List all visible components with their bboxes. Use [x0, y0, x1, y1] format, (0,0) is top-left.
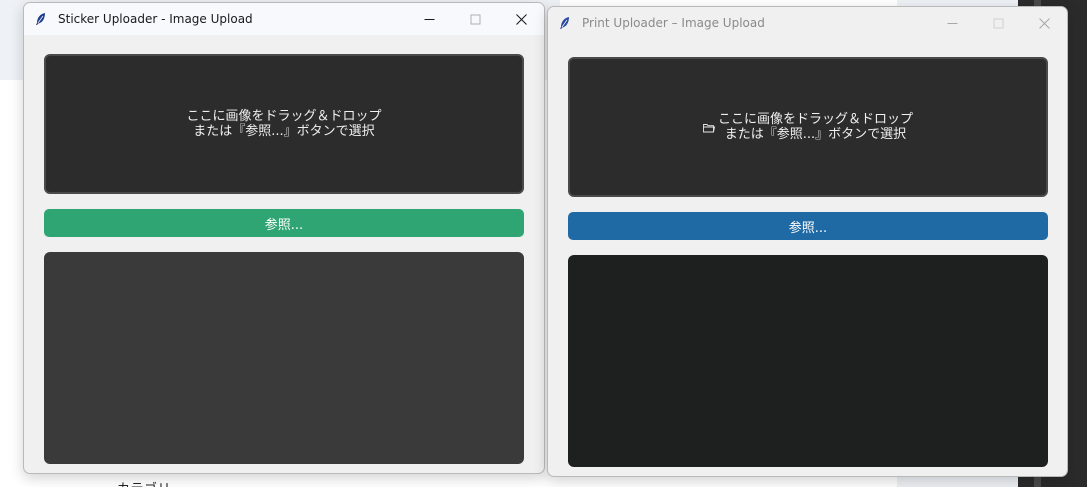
close-button[interactable]: [498, 3, 544, 35]
maximize-button[interactable]: [975, 7, 1021, 39]
close-icon: [1038, 17, 1050, 29]
close-icon: [515, 13, 527, 25]
minimize-icon: [947, 22, 957, 24]
feather-icon: [28, 3, 54, 35]
maximize-icon: [470, 14, 480, 24]
image-drop-zone[interactable]: ここに画像をドラッグ＆ドロップ または『参照...』ボタンで選択: [44, 54, 524, 194]
image-preview-area: [44, 252, 524, 464]
minimize-button[interactable]: [929, 7, 975, 39]
minimize-icon: [424, 18, 434, 20]
drop-zone-line1: ここに画像をドラッグ＆ドロップ: [717, 112, 913, 127]
minimize-button[interactable]: [406, 3, 452, 35]
maximize-button[interactable]: [452, 3, 498, 35]
print-titlebar[interactable]: Print Uploader – Image Upload: [548, 7, 1067, 39]
drop-zone-line2: または『参照...』ボタンで選択: [724, 127, 907, 142]
caption-buttons: [929, 7, 1067, 39]
maximize-icon: [993, 18, 1003, 28]
feather-icon: [552, 7, 578, 39]
browse-button[interactable]: 参照...: [44, 209, 524, 237]
print-uploader-window: Print Uploader – Image Upload ここに画像をドラッグ…: [547, 6, 1068, 477]
sticker-uploader-window: Sticker Uploader - Image Upload ここに画像をドラ…: [23, 2, 545, 474]
background-category-label: カテゴリ: [117, 478, 171, 487]
image-preview-area: [568, 255, 1048, 467]
desktop: カテゴリ Sticker Uploader - Image Upload: [0, 0, 1087, 487]
sticker-titlebar[interactable]: Sticker Uploader - Image Upload: [24, 3, 544, 35]
caption-buttons: [406, 3, 544, 35]
browse-button[interactable]: 参照...: [568, 212, 1048, 240]
image-drop-zone[interactable]: ここに画像をドラッグ＆ドロップ または『参照...』ボタンで選択: [568, 57, 1048, 197]
folder-icon: [703, 124, 715, 133]
drop-zone-line2: または『参照...』ボタンで選択: [193, 124, 375, 139]
close-button[interactable]: [1021, 7, 1067, 39]
window-title: Sticker Uploader - Image Upload: [58, 12, 253, 26]
window-title: Print Uploader – Image Upload: [582, 16, 765, 30]
drop-zone-line1: ここに画像をドラッグ＆ドロップ: [186, 109, 382, 124]
